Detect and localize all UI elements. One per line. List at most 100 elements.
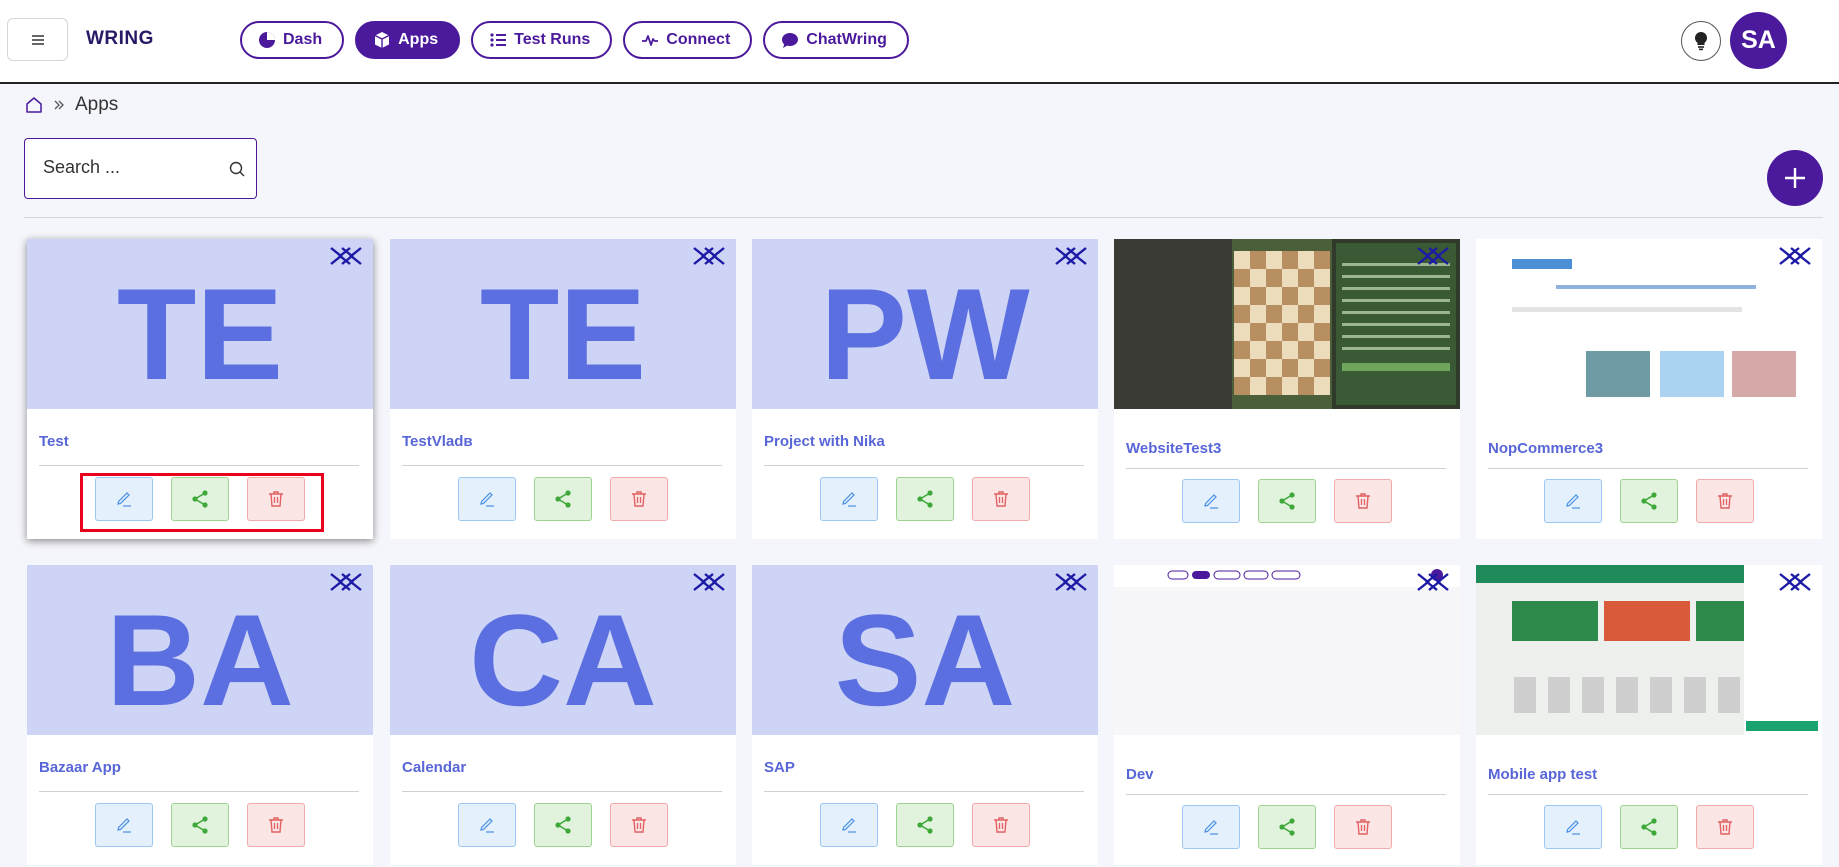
link-icon[interactable] <box>1054 245 1088 267</box>
app-card[interactable]: CA Calendar <box>390 565 736 865</box>
link-icon[interactable] <box>1054 571 1088 593</box>
link-button[interactable] <box>1054 245 1088 272</box>
app-card[interactable]: PW Project with Nika <box>752 239 1098 539</box>
brand-name: WRING <box>86 28 154 49</box>
app-thumbnail[interactable] <box>1114 565 1460 735</box>
link-icon[interactable] <box>1778 571 1812 593</box>
edit-button[interactable] <box>1544 479 1602 523</box>
share-button[interactable] <box>1258 805 1316 849</box>
app-thumbnail[interactable] <box>1476 239 1822 409</box>
delete-button[interactable] <box>1696 479 1754 523</box>
search-icon[interactable] <box>228 160 246 178</box>
share-button[interactable] <box>1620 805 1678 849</box>
delete-button[interactable] <box>1696 805 1754 849</box>
edit-button[interactable] <box>1182 479 1240 523</box>
share-button[interactable] <box>1258 479 1316 523</box>
app-card[interactable]: Dev <box>1114 565 1460 865</box>
app-thumbnail[interactable]: SA <box>752 565 1098 735</box>
theme-toggle-button[interactable] <box>1681 21 1721 61</box>
link-icon[interactable] <box>329 245 363 267</box>
app-preview-image <box>1114 239 1460 409</box>
link-icon[interactable] <box>692 245 726 267</box>
nav-chatwring[interactable]: ChatWring <box>763 21 909 59</box>
app-card[interactable]: WebsiteTest3 <box>1114 239 1460 539</box>
link-icon[interactable] <box>692 571 726 593</box>
app-thumbnail[interactable]: BA <box>27 565 373 735</box>
app-title[interactable]: Bazaar App <box>39 759 121 776</box>
edit-icon <box>480 818 494 833</box>
link-icon[interactable] <box>1778 245 1812 267</box>
delete-button[interactable] <box>972 803 1030 847</box>
app-thumbnail[interactable]: TE <box>390 239 736 409</box>
app-thumbnail[interactable]: TE <box>27 239 373 409</box>
link-button[interactable] <box>1054 571 1088 598</box>
link-button[interactable] <box>692 245 726 272</box>
chat-bubble-icon <box>782 33 799 48</box>
delete-button[interactable] <box>610 477 668 521</box>
avatar[interactable]: SA <box>1730 12 1787 69</box>
edit-button[interactable] <box>95 803 153 847</box>
share-button[interactable] <box>896 803 954 847</box>
app-thumbnail[interactable] <box>1114 239 1460 409</box>
card-actions <box>1544 805 1754 849</box>
delete-button[interactable] <box>610 803 668 847</box>
nav-test-runs-label: Test Runs <box>514 31 591 48</box>
link-button[interactable] <box>329 245 363 272</box>
link-button[interactable] <box>1416 245 1450 272</box>
edit-button[interactable] <box>1182 805 1240 849</box>
share-button[interactable] <box>896 477 954 521</box>
edit-button[interactable] <box>820 803 878 847</box>
nav-chatwring-label: ChatWring <box>806 31 887 48</box>
app-title[interactable]: Test <box>39 433 69 450</box>
app-card[interactable]: BA Bazaar App <box>27 565 373 865</box>
app-thumbnail[interactable] <box>1476 565 1822 735</box>
share-button[interactable] <box>1620 479 1678 523</box>
nav-connect-label: Connect <box>666 31 731 48</box>
edit-button[interactable] <box>458 803 516 847</box>
app-title[interactable]: TestVladв <box>402 433 473 450</box>
app-title[interactable]: Mobile app test <box>1488 766 1597 783</box>
share-button[interactable] <box>534 477 592 521</box>
nav-connect[interactable]: Connect <box>623 21 753 59</box>
app-title[interactable]: Calendar <box>402 759 466 776</box>
link-button[interactable] <box>1416 571 1450 598</box>
trash-icon <box>994 817 1008 833</box>
link-button[interactable] <box>1778 245 1812 272</box>
edit-button[interactable] <box>1544 805 1602 849</box>
app-card[interactable]: NopCommerce3 <box>1476 239 1822 539</box>
app-thumbnail[interactable]: PW <box>752 239 1098 409</box>
link-button[interactable] <box>329 571 363 598</box>
delete-button[interactable] <box>247 803 305 847</box>
app-title[interactable]: Dev <box>1126 766 1154 783</box>
edit-button[interactable] <box>820 477 878 521</box>
nav-test-runs[interactable]: Test Runs <box>471 21 613 59</box>
share-button[interactable] <box>171 803 229 847</box>
link-button[interactable] <box>1778 571 1812 598</box>
menu-button[interactable] <box>7 18 68 61</box>
app-card[interactable]: SA SAP <box>752 565 1098 865</box>
link-icon[interactable] <box>329 571 363 593</box>
nav-dash[interactable]: Dash <box>240 21 345 59</box>
link-icon[interactable] <box>1416 571 1450 593</box>
app-preview-image <box>1114 565 1460 735</box>
nav-apps[interactable]: Apps <box>355 21 461 59</box>
link-icon[interactable] <box>1416 245 1450 267</box>
app-title[interactable]: SAP <box>764 759 795 776</box>
search-input[interactable] <box>43 157 213 178</box>
card-actions <box>458 803 668 847</box>
delete-button[interactable] <box>972 477 1030 521</box>
delete-button[interactable] <box>1334 479 1392 523</box>
link-button[interactable] <box>692 571 726 598</box>
app-title[interactable]: Project with Nika <box>764 433 885 450</box>
app-title[interactable]: WebsiteTest3 <box>1126 440 1221 457</box>
app-title[interactable]: NopCommerce3 <box>1488 440 1603 457</box>
share-button[interactable] <box>534 803 592 847</box>
delete-button[interactable] <box>1334 805 1392 849</box>
app-thumbnail[interactable]: CA <box>390 565 736 735</box>
app-card[interactable]: Mobile app test <box>1476 565 1822 865</box>
home-icon[interactable] <box>25 96 43 114</box>
add-app-button[interactable] <box>1767 150 1823 206</box>
edit-button[interactable] <box>458 477 516 521</box>
edit-icon <box>1566 494 1580 509</box>
app-card[interactable]: TE TestVladв <box>390 239 736 539</box>
